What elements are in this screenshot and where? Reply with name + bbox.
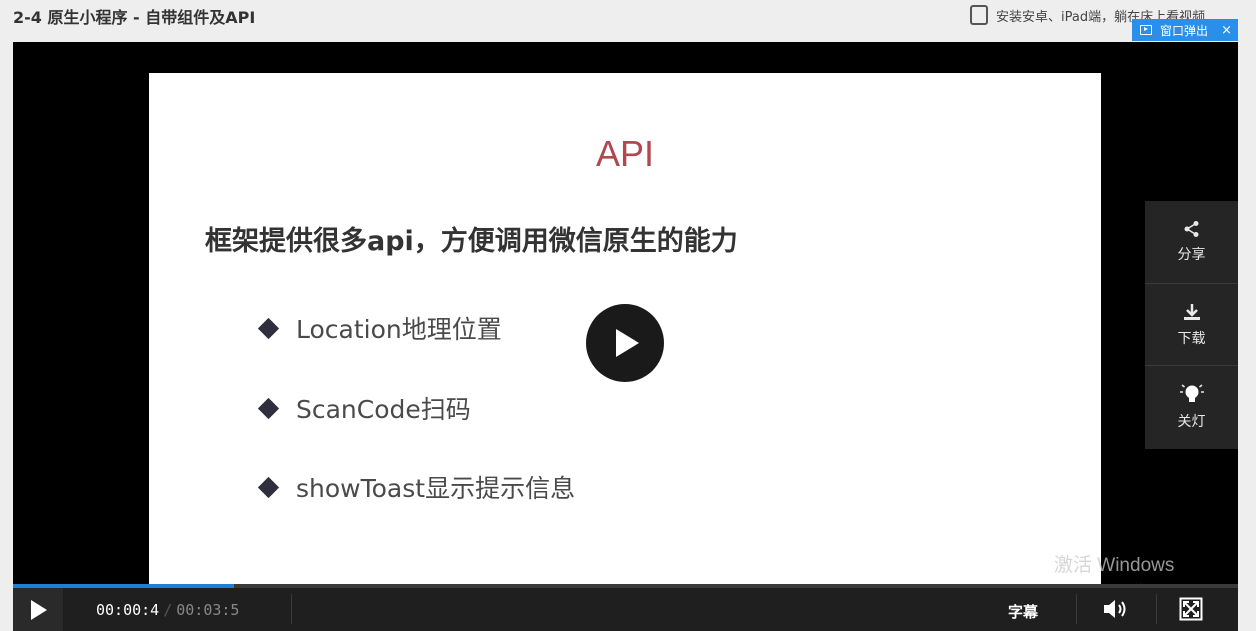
share-button[interactable]: 分享	[1145, 201, 1238, 283]
bullet-text: ScanCode扫码	[296, 395, 471, 424]
play-window-icon	[1140, 25, 1152, 35]
bullet-text: showToast显示提示信息	[296, 474, 576, 503]
divider	[1076, 594, 1077, 624]
slide-bullet: Location地理位置	[257, 310, 502, 346]
diamond-bullet-icon	[257, 476, 280, 498]
tablet-icon	[970, 5, 988, 25]
top-bar: 2-4 原生小程序 - 自带组件及API 安装安卓、iPad端，躺在床上看视频 …	[0, 0, 1256, 42]
popout-label: 窗口弹出	[1160, 23, 1209, 38]
lights-off-button[interactable]: 关灯	[1145, 365, 1238, 447]
time-display: 00:00:4/00:03:5	[96, 601, 239, 619]
share-label: 分享	[1177, 247, 1206, 263]
total-time: 00:03:5	[176, 601, 240, 619]
video-player[interactable]: API 框架提供很多api，方便调用微信原生的能力 Location地理位置 S…	[13, 42, 1238, 631]
lights-off-label: 关灯	[1177, 413, 1206, 430]
play-button[interactable]	[13, 588, 63, 631]
watermark-line-1: 激活 Windows	[1054, 555, 1175, 576]
share-icon	[1184, 221, 1198, 237]
slide-bullet: ScanCode扫码	[257, 390, 471, 426]
big-play-button[interactable]	[586, 304, 664, 382]
subtitle-button[interactable]: 字幕	[1008, 601, 1038, 622]
side-tools-panel: 分享 下载 关灯	[1145, 201, 1238, 449]
lightbulb-icon	[1179, 383, 1204, 402]
download-icon	[1183, 303, 1200, 320]
close-icon[interactable]: ×	[1221, 23, 1232, 38]
download-button[interactable]: 下载	[1145, 283, 1238, 365]
diamond-bullet-icon	[257, 317, 280, 339]
time-separator: /	[163, 601, 173, 619]
slide-subtitle: 框架提供很多api，方便调用微信原生的能力	[205, 226, 738, 257]
page-title: 2-4 原生小程序 - 自带组件及API	[13, 8, 256, 27]
slide-bullet: showToast显示提示信息	[257, 469, 576, 505]
control-bar: 00:00:4/00:03:5 字幕	[13, 588, 1238, 631]
volume-icon[interactable]	[1102, 598, 1132, 620]
divider	[1156, 594, 1157, 624]
popout-window-button[interactable]: 窗口弹出 ×	[1132, 19, 1238, 41]
slide-title: API	[595, 133, 655, 174]
bullet-text: Location地理位置	[296, 315, 502, 344]
download-label: 下载	[1177, 330, 1206, 347]
divider	[291, 594, 292, 624]
diamond-bullet-icon	[257, 397, 280, 419]
fullscreen-icon[interactable]	[1179, 597, 1203, 621]
current-time: 00:00:4	[96, 601, 160, 619]
